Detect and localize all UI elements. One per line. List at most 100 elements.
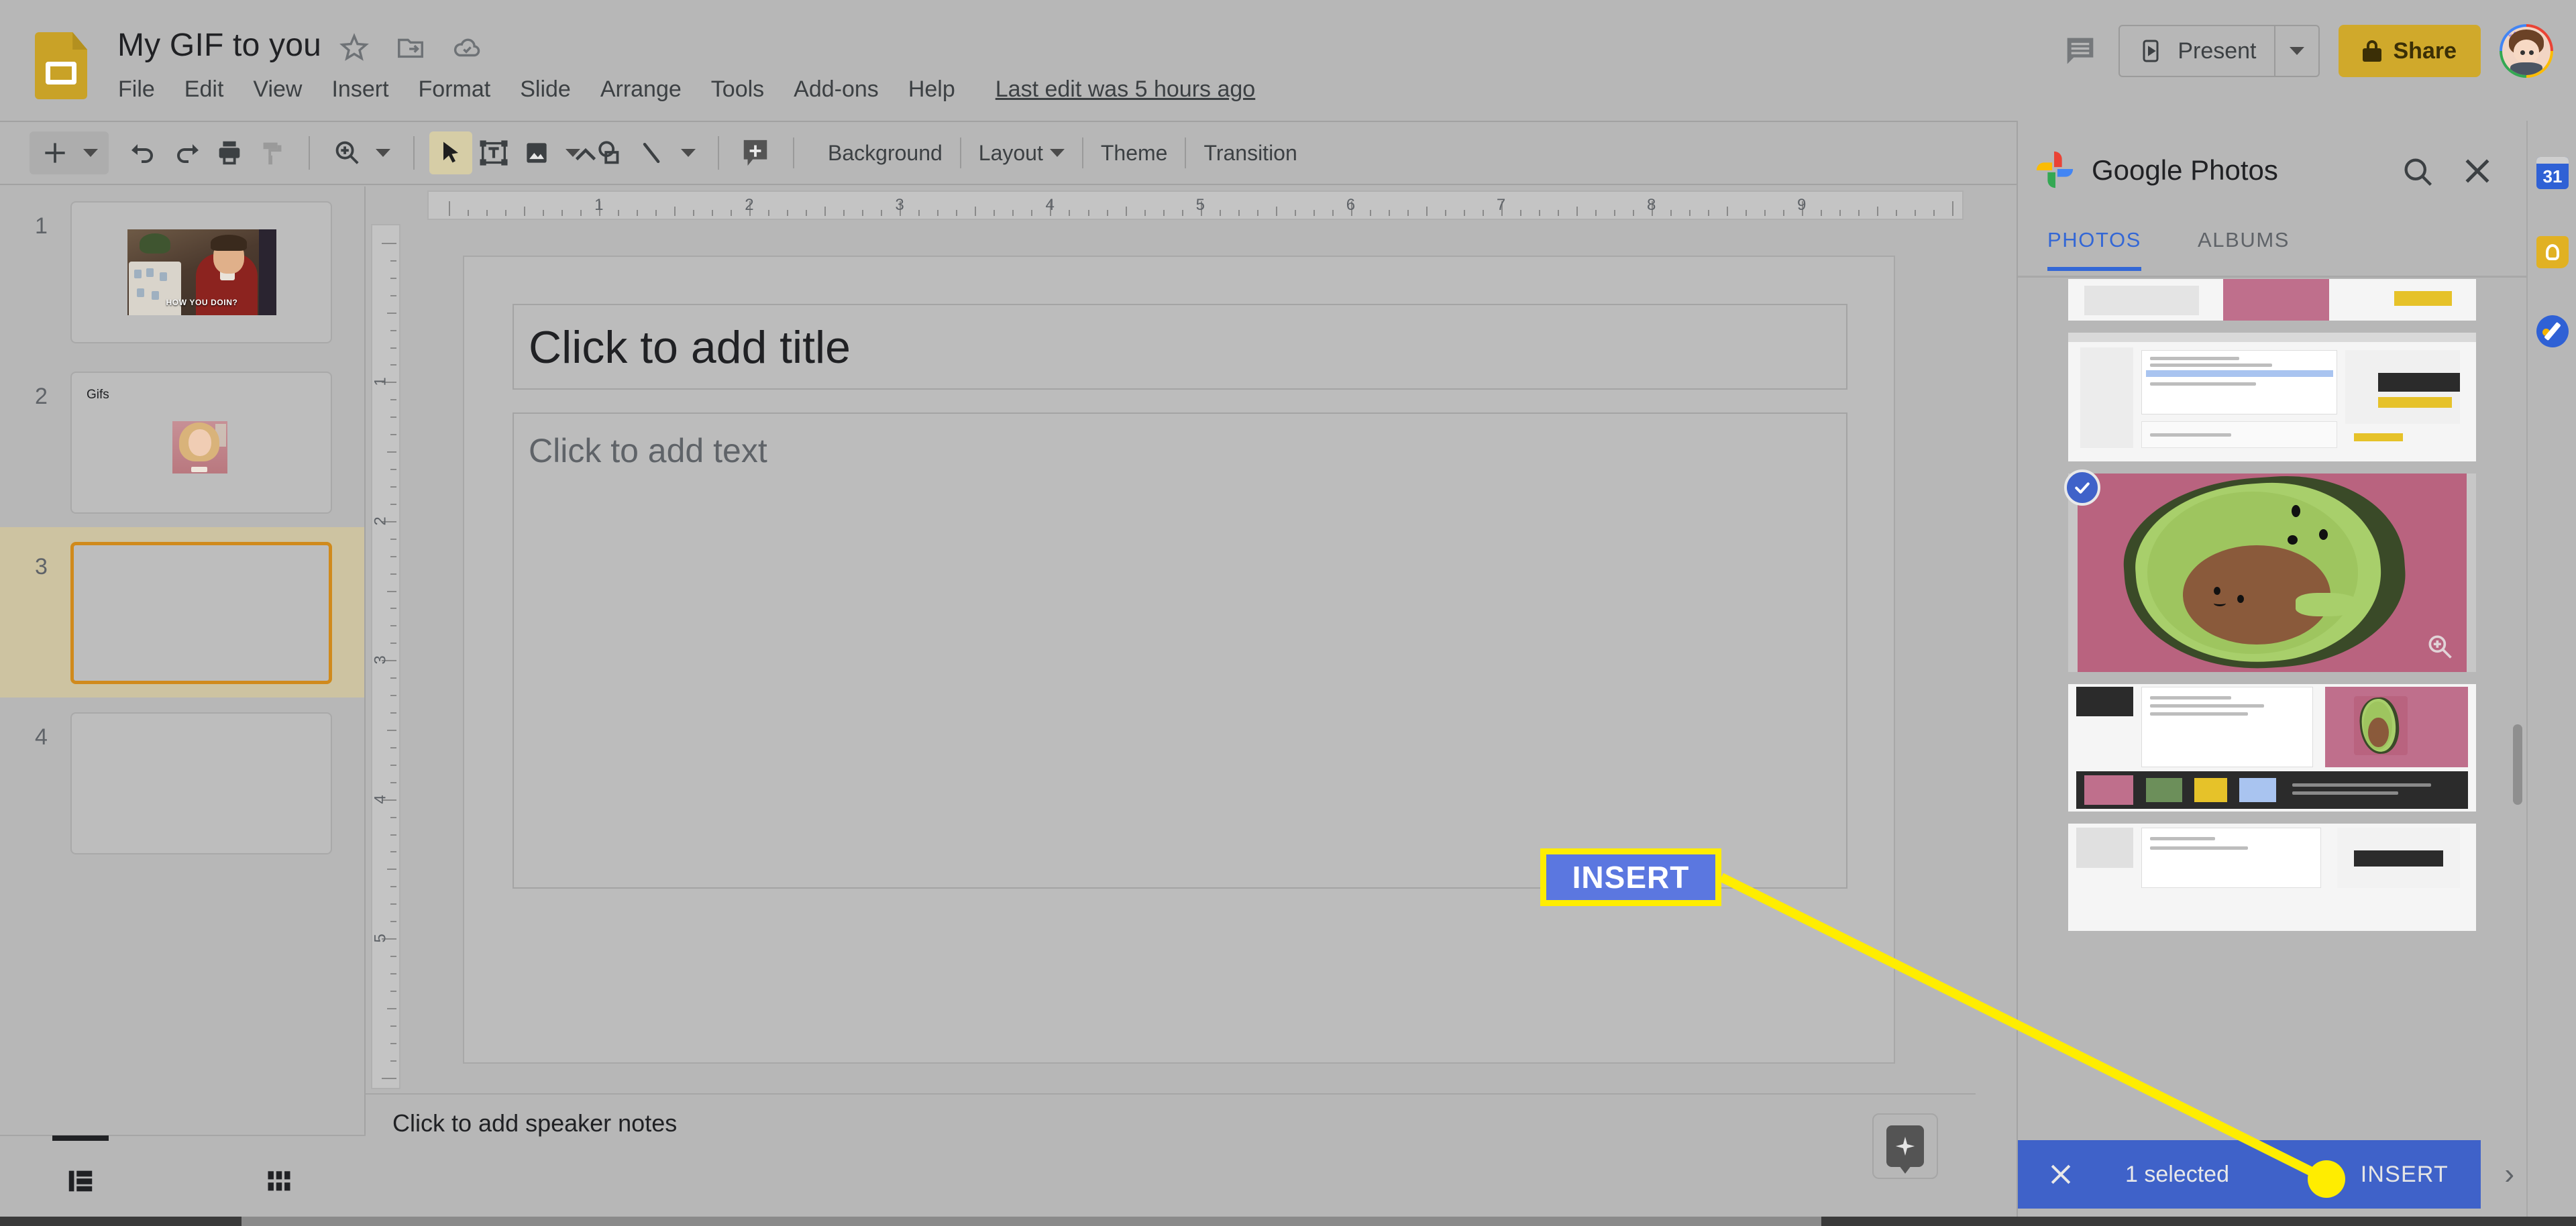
slide-thumbnail-selected[interactable]: [70, 542, 332, 684]
menu-help[interactable]: Help: [894, 72, 970, 107]
new-slide-dropdown-icon[interactable]: [76, 131, 105, 174]
background-button[interactable]: Background: [810, 141, 960, 166]
insert-button[interactable]: INSERT: [2361, 1162, 2449, 1188]
zoom-dropdown-icon[interactable]: [368, 131, 398, 174]
slide-canvas[interactable]: Click to add title Click to add text: [463, 256, 1895, 1064]
view-switcher: [0, 1135, 366, 1226]
cloud-saved-icon[interactable]: [451, 32, 482, 63]
filmstrip-slide-2[interactable]: 2 Gifs: [0, 357, 364, 527]
zoom-icon[interactable]: [325, 131, 368, 174]
undo-icon[interactable]: [122, 131, 165, 174]
expand-panel-chevron-icon[interactable]: ›: [2504, 1158, 2514, 1191]
slide-thumbnail[interactable]: [70, 712, 332, 854]
grid-view-button[interactable]: [247, 1149, 311, 1213]
redo-icon[interactable]: [165, 131, 208, 174]
insert-image-icon[interactable]: [515, 131, 558, 174]
present-group: Present: [2118, 25, 2320, 77]
select-cursor-icon[interactable]: [429, 131, 472, 174]
slide-1-caption: HOW YOU DOIN?: [166, 298, 238, 307]
filmstrip-view-button[interactable]: [48, 1135, 113, 1213]
google-keep-icon[interactable]: [2536, 236, 2569, 268]
slide-thumbnail[interactable]: Gifs: [70, 372, 332, 514]
menu-file[interactable]: File: [113, 72, 170, 107]
canvas-wrapper: Click to add title Click to add text: [446, 239, 1949, 1101]
ruler-h-label: 9: [1797, 196, 1807, 214]
google-calendar-icon[interactable]: 31: [2536, 157, 2569, 189]
menu-arrange[interactable]: Arrange: [586, 72, 696, 107]
collapse-menus-button[interactable]: [568, 138, 604, 178]
photo-card[interactable]: [2068, 684, 2476, 812]
avocado-photo[interactable]: [2078, 473, 2467, 672]
photo-card[interactable]: [2068, 824, 2476, 931]
photo-card-selected[interactable]: [2064, 469, 2476, 672]
move-to-folder-icon[interactable]: [395, 32, 426, 63]
horizontal-ruler[interactable]: 1 2 3 4 5 6 7 8 9: [427, 190, 1964, 220]
ruler-v-label: 1: [371, 377, 390, 387]
body-placeholder[interactable]: Click to add text: [513, 412, 1847, 889]
side-app-rail: 31: [2526, 121, 2576, 1226]
text-box-icon[interactable]: [472, 131, 515, 174]
menu-view[interactable]: View: [238, 72, 317, 107]
layout-button[interactable]: Layout: [961, 141, 1082, 166]
avatar[interactable]: ∿∿: [2500, 24, 2553, 78]
slide-2-gif: [172, 421, 227, 473]
google-tasks-icon[interactable]: [2536, 315, 2569, 347]
explore-button[interactable]: [1872, 1113, 1938, 1179]
tab-albums[interactable]: ALBUMS: [2198, 228, 2290, 267]
menu-edit[interactable]: Edit: [170, 72, 239, 107]
ruler-h-label: 1: [594, 196, 604, 214]
menu-insert[interactable]: Insert: [317, 72, 403, 107]
tab-photos[interactable]: PHOTOS: [2047, 228, 2141, 271]
theme-button[interactable]: Theme: [1083, 141, 1185, 166]
document-title[interactable]: My GIF to you: [117, 27, 321, 64]
ruler-h-label: 8: [1646, 196, 1656, 214]
menu-tools[interactable]: Tools: [696, 72, 779, 107]
ruler-h-label: 5: [1195, 196, 1205, 214]
slide-number: 3: [35, 554, 48, 579]
speaker-notes-pane[interactable]: Click to add speaker notes: [366, 1093, 1976, 1192]
menu-addons[interactable]: Add-ons: [779, 72, 894, 107]
menu-format[interactable]: Format: [404, 72, 506, 107]
vertical-ruler[interactable]: 1 2 3 4 5: [371, 224, 400, 1089]
panel-scrollbar[interactable]: [2513, 724, 2522, 805]
annotation-callout-label: INSERT: [1572, 860, 1690, 895]
slide-filmstrip[interactable]: 1 HOW YOU DOIN? 2 Gifs 3 4: [0, 186, 366, 1135]
ruler-v-label: 5: [371, 934, 390, 943]
title-placeholder[interactable]: Click to add title: [513, 304, 1847, 390]
new-slide-group[interactable]: [30, 131, 109, 174]
transition-button[interactable]: Transition: [1186, 141, 1314, 166]
annotation-callout-insert: INSERT: [1540, 848, 1721, 906]
photo-card[interactable]: [2068, 279, 2476, 321]
menu-slide[interactable]: Slide: [505, 72, 586, 107]
present-button[interactable]: Present: [2120, 26, 2273, 76]
top-bar: My GIF to you File Edit View Insert Form…: [0, 0, 2576, 121]
ruler-h-label: 2: [745, 196, 754, 214]
search-icon[interactable]: [2400, 154, 2435, 189]
google-slides-window: My GIF to you File Edit View Insert Form…: [0, 0, 2576, 1226]
photo-card[interactable]: [2068, 333, 2476, 461]
comment-icon[interactable]: [2061, 32, 2100, 70]
new-slide-icon[interactable]: [34, 131, 76, 174]
filmstrip-slide-4[interactable]: 4: [0, 698, 364, 868]
paint-format-icon[interactable]: [251, 131, 294, 174]
slide-number: 2: [35, 384, 48, 409]
last-edit-status[interactable]: Last edit was 5 hours ago: [996, 76, 1255, 103]
photos-list[interactable]: [2018, 279, 2526, 1159]
present-dropdown-button[interactable]: [2273, 26, 2318, 76]
zoom-photo-icon[interactable]: [2425, 632, 2455, 661]
add-comment-icon[interactable]: [734, 131, 777, 174]
line-dropdown-icon[interactable]: [674, 131, 703, 174]
line-icon[interactable]: [631, 131, 674, 174]
filmstrip-slide-3[interactable]: 3: [0, 527, 364, 698]
title-icon-group: [339, 32, 482, 63]
clear-selection-icon[interactable]: [2046, 1160, 2076, 1189]
print-icon[interactable]: [208, 131, 251, 174]
horizontal-scrollbar[interactable]: [241, 1217, 1821, 1226]
ruler-h-label: 3: [895, 196, 904, 214]
share-button[interactable]: Share: [2338, 25, 2481, 77]
star-icon[interactable]: [339, 32, 370, 63]
present-screen-icon: [2137, 38, 2164, 64]
close-icon[interactable]: [2459, 153, 2496, 189]
filmstrip-slide-1[interactable]: 1 HOW YOU DOIN?: [0, 186, 364, 357]
slide-thumbnail[interactable]: HOW YOU DOIN?: [70, 201, 332, 343]
